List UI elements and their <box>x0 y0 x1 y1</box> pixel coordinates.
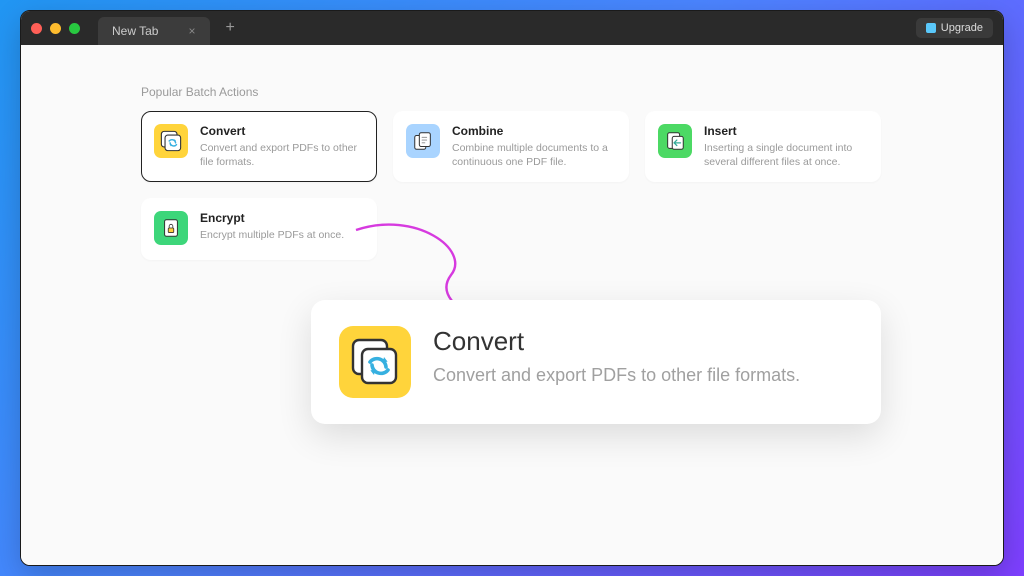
card-encrypt[interactable]: Encrypt Encrypt multiple PDFs at once. <box>141 198 377 260</box>
detail-convert-icon <box>339 326 411 398</box>
card-title: Encrypt <box>200 211 364 225</box>
combine-icon <box>406 124 440 158</box>
app-window: New Tab × + Upgrade Popular Batch Action… <box>20 10 1004 566</box>
add-tab-icon[interactable]: + <box>226 19 235 37</box>
upgrade-button[interactable]: Upgrade <box>916 18 993 38</box>
upgrade-label: Upgrade <box>941 22 983 34</box>
detail-desc: Convert and export PDFs to other file fo… <box>433 363 800 387</box>
section-title: Popular Batch Actions <box>141 85 883 99</box>
detail-callout: Convert Convert and export PDFs to other… <box>311 300 881 424</box>
content-area: Popular Batch Actions Convert Convert an… <box>21 45 1003 565</box>
convert-icon <box>154 124 188 158</box>
card-desc: Convert and export PDFs to other file fo… <box>200 141 364 169</box>
encrypt-icon <box>154 211 188 245</box>
card-desc: Encrypt multiple PDFs at once. <box>200 228 364 242</box>
card-desc: Inserting a single document into several… <box>704 141 868 169</box>
traffic-lights <box>31 23 80 34</box>
upgrade-badge-icon <box>926 23 936 33</box>
card-convert[interactable]: Convert Convert and export PDFs to other… <box>141 111 377 182</box>
card-title: Convert <box>200 124 364 138</box>
maximize-icon[interactable] <box>69 23 80 34</box>
minimize-icon[interactable] <box>50 23 61 34</box>
card-title: Combine <box>452 124 616 138</box>
batch-actions-grid: Convert Convert and export PDFs to other… <box>141 111 881 260</box>
card-combine[interactable]: Combine Combine multiple documents to a … <box>393 111 629 182</box>
card-insert[interactable]: Insert Inserting a single document into … <box>645 111 881 182</box>
titlebar: New Tab × + Upgrade <box>21 11 1003 45</box>
close-icon[interactable] <box>31 23 42 34</box>
card-desc: Combine multiple documents to a continuo… <box>452 141 616 169</box>
card-title: Insert <box>704 124 868 138</box>
detail-title: Convert <box>433 326 800 357</box>
insert-icon <box>658 124 692 158</box>
close-tab-icon[interactable]: × <box>188 24 195 38</box>
browser-tab[interactable]: New Tab × <box>98 17 210 45</box>
tab-title: New Tab <box>112 24 158 38</box>
